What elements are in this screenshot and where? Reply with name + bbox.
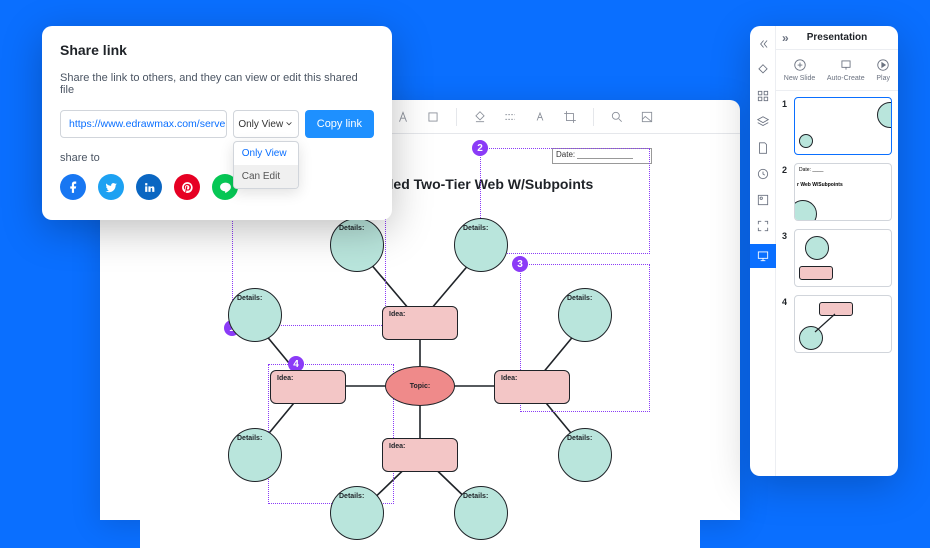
slide-thumb-2[interactable]: Date: ____ r Web W/Subpoints xyxy=(794,163,892,221)
slide-number: 4 xyxy=(782,295,790,353)
history-icon[interactable] xyxy=(755,166,770,181)
details-node[interactable]: Details: xyxy=(558,428,612,482)
share-subtitle: Share the link to others, and they can v… xyxy=(60,72,374,96)
slide-thumb-1[interactable] xyxy=(794,97,892,155)
slide-number: 2 xyxy=(782,163,790,221)
marker-2: 2 xyxy=(472,140,488,156)
details-node[interactable]: Details: xyxy=(228,428,282,482)
line-style-icon[interactable] xyxy=(503,110,517,124)
position-icon[interactable] xyxy=(426,110,440,124)
slide-number: 1 xyxy=(782,97,790,155)
fullscreen-icon[interactable] xyxy=(755,218,770,233)
slide-number: 3 xyxy=(782,229,790,287)
details-node[interactable]: Details: xyxy=(330,486,384,540)
image-icon[interactable] xyxy=(640,110,654,124)
details-node[interactable]: Details: xyxy=(558,288,612,342)
page-icon[interactable] xyxy=(755,140,770,155)
right-sidebar xyxy=(750,26,776,476)
chevron-down-icon xyxy=(285,120,293,128)
layers-icon[interactable] xyxy=(755,114,770,129)
marker-3: 3 xyxy=(512,256,528,272)
permission-option-edit[interactable]: Can Edit xyxy=(234,165,298,188)
details-node[interactable]: Details: xyxy=(228,288,282,342)
crop-icon[interactable] xyxy=(563,110,577,124)
permission-select[interactable]: Only View Only View Can Edit xyxy=(233,110,299,138)
share-to-label: share to xyxy=(60,152,374,164)
idea-node[interactable]: Idea: xyxy=(270,370,346,404)
grid-icon[interactable] xyxy=(755,88,770,103)
share-url-input[interactable]: https://www.edrawmax.com/server... xyxy=(60,110,227,138)
twitter-icon[interactable] xyxy=(98,174,124,200)
idea-node[interactable]: Idea: xyxy=(382,306,458,340)
auto-create-button[interactable]: Auto-Create xyxy=(827,58,865,82)
share-link-dialog: Share link Share the link to others, and… xyxy=(42,26,392,220)
topic-node[interactable]: Topic: xyxy=(385,366,455,406)
chevron-right-icon[interactable]: » xyxy=(782,31,789,45)
fill-tool-icon[interactable] xyxy=(755,62,770,77)
fill-icon[interactable] xyxy=(473,110,487,124)
permission-option-view[interactable]: Only View xyxy=(234,142,298,165)
share-title: Share link xyxy=(60,42,374,58)
presentation-panel: » Presentation New Slide Auto-Create Pla… xyxy=(750,26,898,476)
play-button[interactable]: Play xyxy=(876,58,890,82)
idea-node[interactable]: Idea: xyxy=(494,370,570,404)
slide-thumb-3[interactable] xyxy=(794,229,892,287)
linkedin-icon[interactable] xyxy=(136,174,162,200)
slides-list: 1 2 Date: ____ r Web W/Subpoints 3 4 xyxy=(776,91,898,476)
new-slide-button[interactable]: New Slide xyxy=(784,58,816,82)
slide-thumb-4[interactable] xyxy=(794,295,892,353)
details-node[interactable]: Details: xyxy=(454,486,508,540)
facebook-icon[interactable] xyxy=(60,174,86,200)
presentation-header: » Presentation xyxy=(776,26,898,50)
pinterest-icon[interactable] xyxy=(174,174,200,200)
presentation-tab-icon[interactable] xyxy=(750,244,776,268)
social-buttons xyxy=(60,174,374,200)
details-node[interactable]: Details: xyxy=(330,218,384,272)
image-tool-icon[interactable] xyxy=(755,192,770,207)
details-node[interactable]: Details: xyxy=(454,218,508,272)
permission-dropdown: Only View Can Edit xyxy=(233,141,299,189)
idea-node[interactable]: Idea: xyxy=(382,438,458,472)
collapse-icon[interactable] xyxy=(755,36,770,51)
font-icon[interactable] xyxy=(396,110,410,124)
text-color-icon[interactable] xyxy=(533,110,547,124)
zoom-icon[interactable] xyxy=(610,110,624,124)
copy-link-button[interactable]: Copy link xyxy=(305,110,374,138)
